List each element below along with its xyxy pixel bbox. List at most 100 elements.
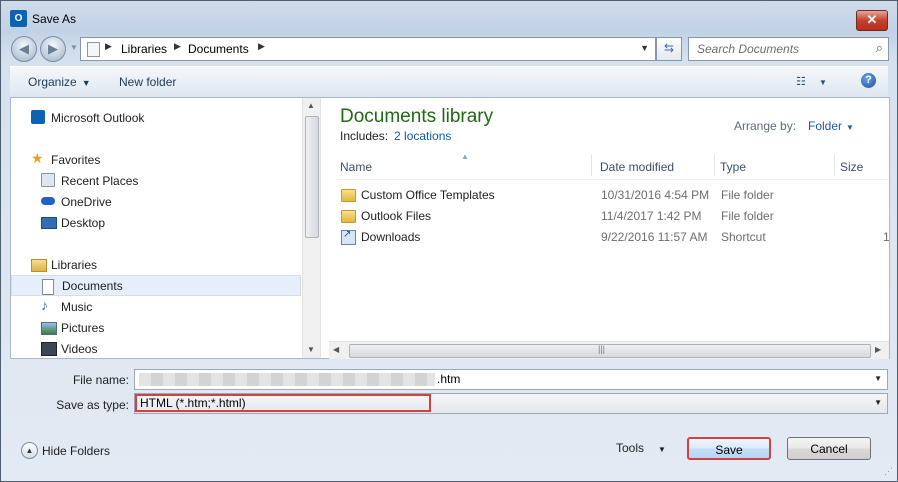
library-title: Documents library — [340, 106, 494, 127]
search-box[interactable]: ⌕ — [688, 37, 889, 61]
resize-grip-icon[interactable]: ⋰ — [884, 466, 893, 477]
file-type: Shortcut — [721, 230, 766, 244]
libraries-icon — [31, 259, 47, 272]
nav-item-label: OneDrive — [61, 195, 112, 209]
title-bar: O Save As ✕ — [1, 1, 897, 33]
includes-label: Includes: — [340, 129, 389, 143]
column-header-type[interactable]: Type — [720, 160, 746, 174]
nav-item-label: Pictures — [61, 321, 105, 335]
chevron-down-icon[interactable]: ▼ — [874, 398, 882, 407]
breadcrumb-libraries[interactable]: Libraries — [121, 42, 167, 56]
scroll-grip-icon: ||| — [598, 344, 606, 354]
column-header-date-modified[interactable]: Date modified — [600, 160, 674, 174]
column-header-size[interactable]: Size — [840, 160, 863, 174]
file-name-suffix: .htm — [437, 372, 461, 386]
shortcut-icon — [341, 229, 356, 245]
column-header-name[interactable]: Name — [340, 160, 372, 174]
scroll-up-icon[interactable]: ▲ — [307, 101, 315, 110]
back-arrow-icon: ◀ — [19, 41, 29, 56]
breadcrumb-separator-icon[interactable]: ▶ — [105, 41, 112, 52]
nav-item-documents[interactable]: Documents — [11, 275, 301, 296]
chevron-down-icon[interactable]: ▼ — [874, 374, 882, 383]
nav-item-recent-places[interactable]: Recent Places — [11, 170, 301, 191]
tools-label: Tools — [616, 441, 645, 455]
save-as-dialog: O Save As ✕ ◀ ▶ ▼ ▶ Libraries ▶ Document… — [0, 0, 898, 482]
file-name-field[interactable]: .htm ▼ — [134, 369, 888, 390]
tools-dropdown[interactable]: Tools ▼ — [616, 441, 666, 455]
browser-pane: Microsoft Outlook ★ Favorites Recent Pla… — [10, 97, 890, 359]
pane-splitter[interactable] — [320, 98, 321, 358]
chevron-down-icon: ▼ — [81, 78, 91, 88]
address-dropdown-icon[interactable]: ▼ — [640, 43, 649, 53]
window-title: Save As — [32, 12, 77, 26]
nav-item-label: Recent Places — [61, 174, 139, 188]
file-name: Custom Office Templates — [361, 188, 495, 202]
navigation-scrollbar[interactable]: ▲ ▼ — [302, 98, 320, 358]
nav-item-music[interactable]: ♪ Music — [11, 296, 301, 317]
cancel-button[interactable]: Cancel — [787, 437, 871, 460]
file-size: 1 — [883, 230, 890, 244]
nav-item-microsoft-outlook[interactable]: Microsoft Outlook — [11, 107, 301, 128]
scroll-thumb[interactable] — [305, 116, 319, 238]
nav-item-label: Music — [61, 300, 93, 314]
help-button[interactable]: ? — [861, 73, 876, 88]
nav-item-pictures[interactable]: Pictures — [11, 317, 301, 338]
save-button[interactable]: Save — [687, 437, 771, 460]
nav-item-videos[interactable]: Videos — [11, 338, 301, 358]
scroll-thumb[interactable]: ||| — [349, 344, 871, 358]
nav-item-favorites[interactable]: ★ Favorites — [11, 149, 301, 170]
file-date: 10/31/2016 4:54 PM — [601, 188, 710, 202]
outlook-icon: O — [10, 10, 27, 27]
navigation-bar: ◀ ▶ ▼ ▶ Libraries ▶ Documents ▶ ▼ ⇆ ⌕ — [1, 34, 897, 62]
organize-button[interactable]: Organize ▼ — [28, 75, 91, 89]
column-divider[interactable] — [714, 154, 715, 176]
file-list-pane: Documents library Includes: 2 locations A… — [329, 98, 890, 358]
videos-icon — [41, 342, 57, 356]
arrange-by-label: Arrange by: — [734, 119, 797, 133]
breadcrumb-separator-icon[interactable]: ▶ — [258, 41, 265, 52]
nav-item-libraries[interactable]: Libraries — [11, 254, 301, 275]
file-date: 11/4/2017 1:42 PM — [601, 209, 702, 223]
refresh-button[interactable]: ⇆ — [656, 37, 682, 61]
nav-item-label: Favorites — [51, 153, 101, 167]
recent-places-icon — [41, 173, 55, 187]
chevron-down-icon: ▼ — [846, 123, 854, 132]
refresh-icon: ⇆ — [663, 41, 675, 55]
breadcrumb-separator-icon[interactable]: ▶ — [174, 41, 181, 52]
file-name: Outlook Files — [361, 209, 432, 223]
address-bar[interactable]: ▶ Libraries ▶ Documents ▶ ▼ — [80, 37, 656, 61]
file-row[interactable]: Downloads 9/22/2016 11:57 AM Shortcut 1 — [337, 226, 890, 247]
nav-item-onedrive[interactable]: OneDrive — [11, 191, 301, 212]
search-input[interactable] — [695, 38, 864, 60]
chevron-up-icon: ▲ — [21, 442, 38, 459]
library-includes: Includes: 2 locations — [340, 129, 451, 143]
new-folder-button[interactable]: New folder — [119, 75, 176, 89]
file-list-horizontal-scrollbar[interactable]: ◀ ||| ▶ — [329, 341, 889, 359]
column-divider[interactable] — [591, 154, 592, 176]
column-divider[interactable] — [834, 154, 835, 176]
locations-link[interactable]: 2 locations — [394, 129, 451, 143]
change-view-button[interactable]: ☷ ▼ — [796, 75, 827, 88]
search-icon[interactable]: ⌕ — [876, 40, 883, 56]
back-button[interactable]: ◀ — [11, 36, 37, 62]
scroll-down-icon[interactable]: ▼ — [307, 345, 315, 354]
folder-icon — [341, 189, 356, 202]
file-row[interactable]: Custom Office Templates 10/31/2016 4:54 … — [337, 184, 889, 205]
recent-locations-dropdown[interactable]: ▼ — [70, 43, 78, 52]
organize-label: Organize — [28, 75, 77, 89]
header-divider — [337, 179, 889, 180]
cloud-icon — [41, 197, 55, 205]
desktop-icon — [41, 217, 57, 229]
arrange-by-dropdown[interactable]: Folder ▼ — [808, 119, 854, 133]
close-button[interactable]: ✕ — [856, 10, 888, 31]
command-bar: Organize ▼ New folder ☷ ▼ ? — [10, 66, 888, 98]
highlight-box — [135, 394, 431, 412]
file-row[interactable]: Outlook Files 11/4/2017 1:42 PM File fol… — [337, 205, 889, 226]
forward-button[interactable]: ▶ — [40, 36, 66, 62]
arrange-by-value: Folder — [808, 119, 843, 133]
nav-item-desktop[interactable]: Desktop — [11, 212, 301, 233]
nav-item-label: Libraries — [51, 258, 98, 272]
scroll-right-icon[interactable]: ▶ — [875, 345, 881, 354]
breadcrumb-documents[interactable]: Documents — [188, 42, 249, 56]
scroll-left-icon[interactable]: ◀ — [333, 345, 339, 354]
